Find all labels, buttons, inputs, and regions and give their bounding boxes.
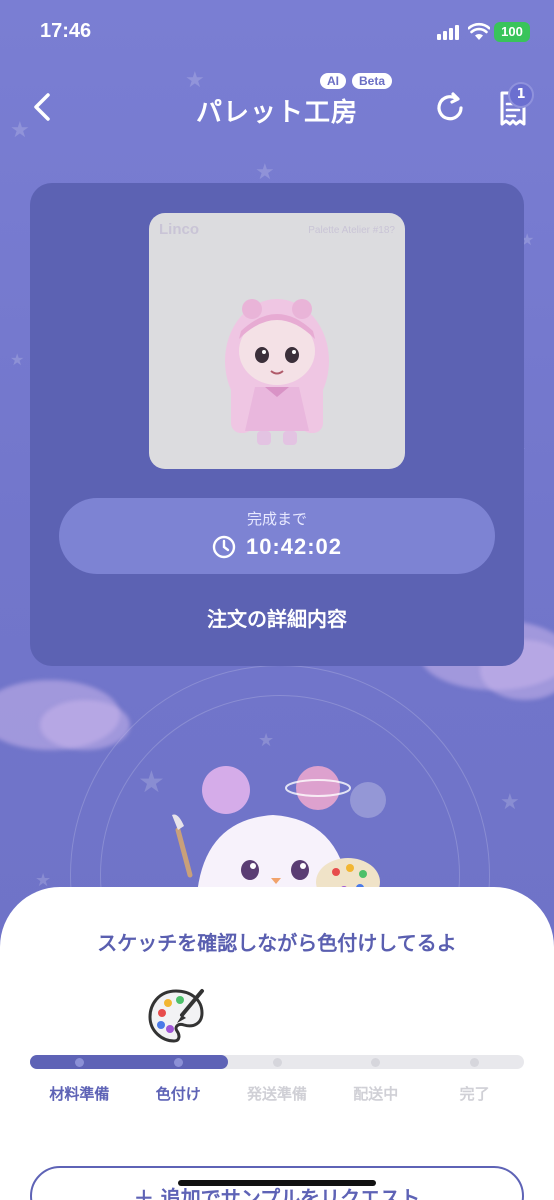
nav-bar: パレット工房 AI Beta 1 [0, 73, 554, 142]
progress-message: スケッチを確認しながら色付けしてるよ [97, 931, 457, 955]
palette-icon [148, 989, 204, 1043]
signal-icon [437, 25, 459, 40]
progress-sheet: スケッチを確認しながら色付けしてるよ 材料準備 色付け 発送準備 配送中 完了 … [0, 887, 554, 1200]
character-illustration [225, 299, 329, 445]
title-badges: AI Beta [320, 73, 393, 89]
order-details-link[interactable]: 注文の詳細内容 [30, 603, 524, 632]
progress-step-dot [470, 1058, 480, 1067]
wifi-icon [468, 22, 490, 40]
page-title: パレット工房 [195, 98, 358, 128]
brand-logo: Linco [159, 221, 199, 238]
progress-step-dot [173, 1058, 183, 1067]
status-bar: 17:46 100 [0, 0, 554, 66]
progress-steps: 材料準備 色付け 発送準備 配送中 完了 [30, 1083, 524, 1104]
progress-step-dot [74, 1058, 84, 1067]
step-label: 完了 [459, 1085, 490, 1103]
clock-icon [212, 535, 236, 559]
order-card: Linco Palette Atelier #18? 完成まで 10:42:02… [30, 183, 524, 666]
home-indicator [178, 1180, 376, 1186]
progress-fill [30, 1055, 228, 1069]
countdown-value: 10:42:02 [245, 534, 343, 559]
progress-step-dot [272, 1058, 282, 1067]
refresh-icon[interactable] [432, 90, 468, 126]
step-label: 配送中 [353, 1085, 399, 1103]
countdown-label: 完成まで [246, 510, 307, 528]
progress-step-dot [371, 1058, 381, 1067]
battery-icon: 100 [494, 22, 530, 42]
beta-badge: Beta [352, 73, 393, 89]
step-label: 発送準備 [246, 1085, 307, 1103]
countdown-pill: 完成まで 10:42:02 [59, 498, 495, 574]
step-label: 材料準備 [49, 1085, 110, 1103]
step-label: 色付け [155, 1085, 201, 1103]
countdown-row: 10:42:02 [59, 534, 495, 560]
ai-badge: AI [320, 73, 346, 89]
artwork-serial: Palette Atelier #18? [308, 225, 395, 236]
status-time: 17:46 [40, 20, 92, 42]
notification-count-badge: 1 [508, 82, 534, 108]
artwork-preview[interactable]: Linco Palette Atelier #18? [149, 213, 405, 469]
progress-track [30, 1055, 524, 1069]
